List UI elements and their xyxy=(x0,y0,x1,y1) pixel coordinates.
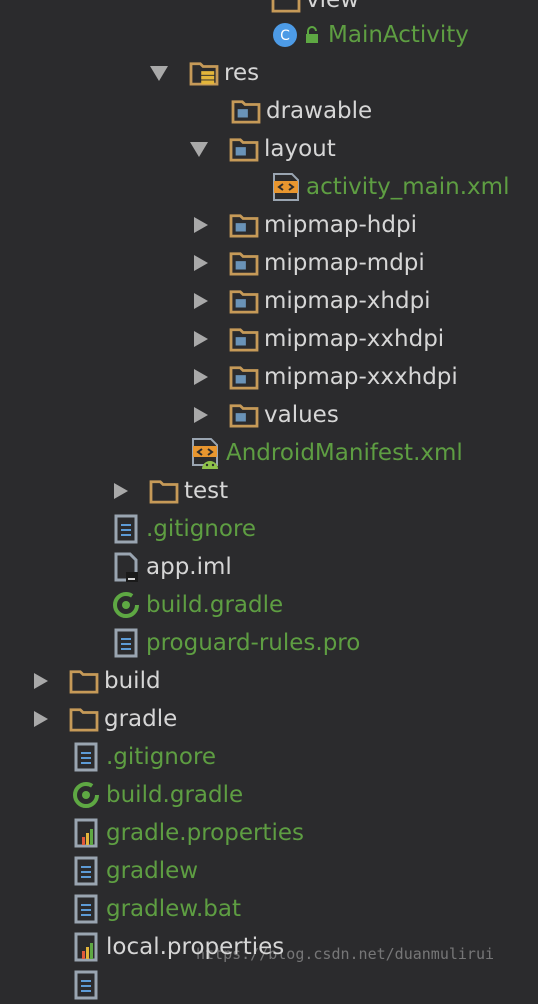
tree-item-values[interactable]: values xyxy=(190,396,339,434)
collapse-arrow-icon[interactable] xyxy=(150,65,168,81)
tree-item-gradle-properties[interactable]: gradle.properties xyxy=(70,814,304,852)
tree-item-build[interactable]: build xyxy=(30,662,161,700)
tree-item-android-manifest[interactable]: AndroidManifest.xml xyxy=(190,434,463,472)
tree-item-app-build-gradle[interactable]: build.gradle xyxy=(110,586,283,624)
tree-item-label: build xyxy=(104,668,161,694)
tree-item-res[interactable]: res xyxy=(150,54,259,92)
expand-arrow-icon[interactable] xyxy=(194,217,208,233)
unlock-icon xyxy=(302,20,324,50)
tree-item-main-activity[interactable]: C MainActivity xyxy=(270,16,469,54)
android-manifest-icon xyxy=(190,438,222,468)
properties-file-icon xyxy=(70,932,102,962)
tree-item-label: build.gradle xyxy=(146,592,284,618)
text-file-icon xyxy=(70,742,102,772)
tree-item-label: app.iml xyxy=(146,554,232,580)
folder-icon xyxy=(228,286,260,316)
folder-icon xyxy=(228,210,260,240)
tree-item-app-gitignore[interactable]: .gitignore xyxy=(110,510,256,548)
class-icon: C xyxy=(270,20,300,50)
tree-item-label: mipmap-mdpi xyxy=(264,250,425,276)
folder-icon xyxy=(68,666,100,696)
tree-item-label: .gitignore xyxy=(106,744,217,770)
folder-icon xyxy=(228,134,260,164)
tree-item-label: .gitignore xyxy=(146,516,257,542)
text-file-icon xyxy=(110,514,142,544)
expand-arrow-icon[interactable] xyxy=(114,483,128,499)
expand-arrow-icon[interactable] xyxy=(194,369,208,385)
text-file-icon xyxy=(70,856,102,886)
tree-item-label: proguard-rules.pro xyxy=(146,630,361,656)
tree-item-test[interactable]: test xyxy=(110,472,228,510)
folder-icon xyxy=(228,248,260,278)
tree-item-mipmap-mdpi[interactable]: mipmap-mdpi xyxy=(190,244,425,282)
properties-file-icon xyxy=(70,818,102,848)
tree-item-mipmap-xxxhdpi[interactable]: mipmap-xxxhdpi xyxy=(190,358,458,396)
tree-item-label: mipmap-hdpi xyxy=(264,212,417,238)
expand-arrow-icon[interactable] xyxy=(194,255,208,271)
svg-text:C: C xyxy=(280,28,290,44)
tree-item-label: layout xyxy=(264,136,336,162)
expand-arrow-icon[interactable] xyxy=(194,407,208,423)
watermark: https://blog.csdn.net/duanmulirui xyxy=(196,945,495,963)
resource-folder-icon xyxy=(188,58,220,88)
tree-item-mipmap-xxhdpi[interactable]: mipmap-xxhdpi xyxy=(190,320,444,358)
xml-file-icon xyxy=(270,172,302,202)
text-file-icon xyxy=(110,628,142,658)
tree-item-activity-main-xml[interactable]: activity_main.xml xyxy=(270,168,509,206)
tree-item-root-gitignore[interactable]: .gitignore xyxy=(70,738,216,776)
tree-item-label: build.gradle xyxy=(106,782,244,808)
tree-item-drawable[interactable]: drawable xyxy=(230,92,372,130)
tree-item-label: MainActivity xyxy=(328,22,469,48)
gradle-icon xyxy=(110,590,142,620)
folder-icon xyxy=(148,476,180,506)
expand-arrow-icon[interactable] xyxy=(34,711,48,727)
tree-item-label: mipmap-xxhdpi xyxy=(264,326,445,352)
gradle-icon xyxy=(70,780,102,810)
collapse-arrow-icon[interactable] xyxy=(190,141,208,157)
tree-item-label: gradlew xyxy=(106,858,199,884)
tree-item-label: AndroidManifest.xml xyxy=(226,440,463,466)
tree-item-proguard-rules[interactable]: proguard-rules.pro xyxy=(110,624,360,662)
tree-item-root-build-gradle[interactable]: build.gradle xyxy=(70,776,243,814)
tree-item-gradlew-bat[interactable]: gradlew.bat xyxy=(70,890,241,928)
expand-arrow-icon[interactable] xyxy=(194,331,208,347)
tree-item-app-iml[interactable]: app.iml xyxy=(110,548,232,586)
folder-icon xyxy=(230,96,262,126)
tree-item-mipmap-hdpi[interactable]: mipmap-hdpi xyxy=(190,206,417,244)
tree-item-layout[interactable]: layout xyxy=(190,130,336,168)
folder-icon xyxy=(270,0,302,15)
tree-item-label: drawable xyxy=(266,98,373,124)
tree-item-label: mipmap-xxxhdpi xyxy=(264,364,458,390)
tree-item-label: values xyxy=(264,402,339,428)
module-file-icon xyxy=(110,552,142,582)
folder-icon xyxy=(68,704,100,734)
tree-item-label: test xyxy=(184,478,229,504)
folder-icon xyxy=(228,362,260,392)
folder-icon xyxy=(228,400,260,430)
tree-item-partial[interactable] xyxy=(70,966,106,1004)
expand-arrow-icon[interactable] xyxy=(34,673,48,689)
text-file-icon xyxy=(70,970,102,1000)
tree-item-gradlew[interactable]: gradlew xyxy=(70,852,198,890)
project-tree: view C MainActivity res drawable layout … xyxy=(0,0,538,978)
tree-item-label: mipmap-xhdpi xyxy=(264,288,431,314)
folder-icon xyxy=(228,324,260,354)
tree-item-label: gradle.properties xyxy=(106,820,304,846)
tree-item-label: res xyxy=(224,60,260,86)
tree-item-label: activity_main.xml xyxy=(306,174,510,200)
tree-item-label: gradle xyxy=(104,706,178,732)
tree-item-gradle[interactable]: gradle xyxy=(30,700,177,738)
tree-item-label: gradlew.bat xyxy=(106,896,242,922)
tree-item-mipmap-xhdpi[interactable]: mipmap-xhdpi xyxy=(190,282,431,320)
expand-arrow-icon[interactable] xyxy=(194,293,208,309)
text-file-icon xyxy=(70,894,102,924)
